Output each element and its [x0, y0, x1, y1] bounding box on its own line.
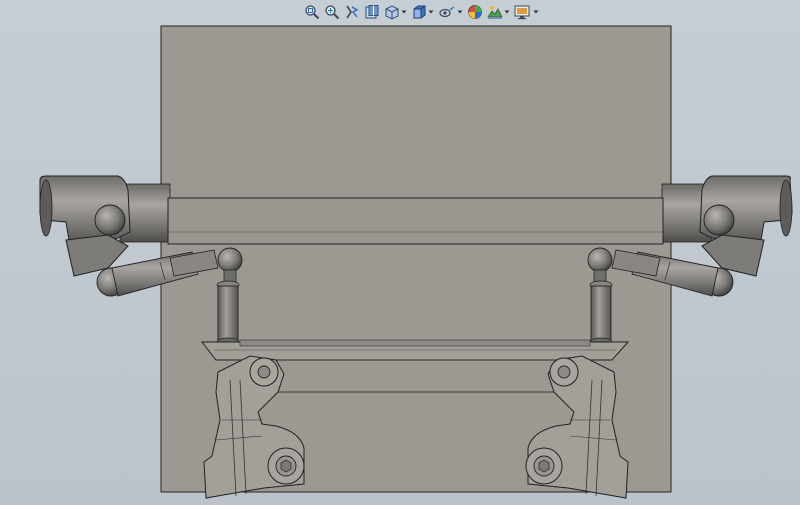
cad-model-view[interactable]: [0, 0, 800, 505]
zoom-to-fit-button[interactable]: [303, 2, 321, 22]
previous-view-button[interactable]: [343, 2, 361, 22]
apply-scene-icon: [487, 4, 503, 20]
chevron-down-icon[interactable]: [532, 2, 539, 22]
hide-show-items-icon: [438, 4, 456, 20]
chevron-down-icon[interactable]: [427, 2, 434, 22]
hide-show-items-button[interactable]: [437, 2, 464, 22]
edit-appearance-icon: [467, 4, 483, 20]
view-settings-icon: [514, 4, 532, 20]
display-style-icon: [411, 4, 427, 20]
edit-appearance-button[interactable]: [466, 2, 484, 22]
zoom-to-fit-icon: [304, 4, 320, 20]
chevron-down-icon[interactable]: [503, 2, 510, 22]
zoom-to-area-icon: [324, 4, 340, 20]
apply-scene-button[interactable]: [486, 2, 511, 22]
tie-bar[interactable]: [200, 339, 630, 361]
zoom-to-area-button[interactable]: [323, 2, 341, 22]
section-view-button[interactable]: [363, 2, 381, 22]
view-settings-button[interactable]: [513, 2, 540, 22]
view-orientation-button[interactable]: [383, 2, 408, 22]
section-view-icon: [364, 4, 380, 20]
chevron-down-icon[interactable]: [456, 2, 463, 22]
previous-view-icon: [344, 4, 360, 20]
chevron-down-icon[interactable]: [400, 2, 407, 22]
display-style-button[interactable]: [410, 2, 435, 22]
graphics-area[interactable]: [0, 0, 800, 505]
heads-up-view-toolbar: [303, 2, 540, 22]
view-orientation-icon: [384, 4, 400, 20]
